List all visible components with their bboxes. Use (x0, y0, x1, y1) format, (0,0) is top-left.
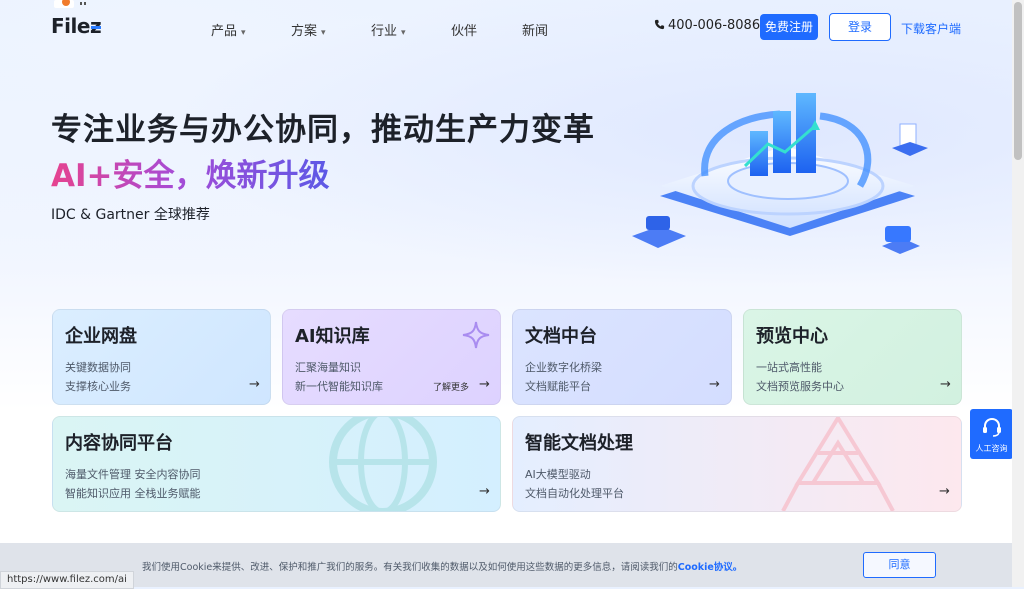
globe-icon (329, 417, 437, 511)
card-title: 企业网盘 (65, 326, 137, 347)
card-line2: 文档自动化处理平台 (525, 487, 624, 500)
network-pattern-icon (781, 417, 895, 511)
card-title: AI知识库 (295, 326, 370, 347)
hero-subtitle: AI+安全，焕新升级 (51, 150, 330, 195)
card-title: 内容协同平台 (65, 433, 173, 454)
nav-products[interactable]: 产品 ▾ (211, 20, 246, 39)
card-line1: 企业数字化桥梁 (525, 361, 602, 374)
nav-label: 行业 (371, 24, 398, 39)
headset-icon (983, 417, 1001, 437)
nav-solutions[interactable]: 方案 ▾ (291, 20, 326, 39)
hero-title: 专注业务与办公协同，推动生产力变革 (51, 112, 595, 148)
arrow-right-icon: → (249, 377, 260, 392)
card-line1: 一站式高性能 (756, 361, 822, 374)
site-header: Filez 产品 ▾ 方案 ▾ 行业 ▾ 伙伴 新闻 400-006-8086 免费注… (0, 0, 1012, 56)
arrow-right-icon: → (709, 377, 720, 392)
card-title: 智能文档处理 (525, 433, 633, 454)
nav-industries[interactable]: 行业 ▾ (371, 20, 406, 39)
sparkle-icon (462, 321, 490, 349)
card-line2: 文档赋能平台 (525, 380, 591, 393)
cookie-banner: 我们使用Cookie来提供、改进、保护和推广我们的服务。有关我们收集的数据以及如… (0, 543, 1012, 587)
chevron-down-icon: ▾ (401, 28, 406, 38)
chevron-down-icon: ▾ (321, 28, 326, 38)
nav-partners[interactable]: 伙伴 (451, 20, 477, 39)
card-line2: 支撑核心业务 (65, 380, 131, 393)
login-button[interactable]: 登录 (829, 13, 891, 41)
card-preview-center[interactable]: 预览中心 一站式高性能 文档预览服务中心 → (743, 309, 962, 405)
cookie-text: 我们使用Cookie来提供、改进、保护和推广我们的服务。有关我们收集的数据以及如… (142, 559, 742, 573)
card-line2: 文档预览服务中心 (756, 380, 844, 393)
consult-label: 人工咨询 (975, 444, 1008, 453)
human-consult-button[interactable]: 人工咨询 (970, 409, 1013, 459)
hero-illustration (632, 93, 928, 254)
nav-news[interactable]: 新闻 (522, 20, 548, 39)
learn-more-link[interactable]: 了解更多 (433, 380, 469, 393)
arrow-right-icon: → (479, 484, 490, 499)
logo-accent-icon (91, 26, 101, 29)
card-title: 预览中心 (756, 326, 828, 347)
card-line1: AI大模型驱动 (525, 468, 591, 481)
scrollbar-thumb[interactable] (1014, 2, 1022, 160)
card-line1: 汇聚海量知识 (295, 361, 361, 374)
phone-icon (654, 19, 665, 30)
card-title: 文档中台 (525, 326, 597, 347)
arrow-right-icon: → (479, 377, 490, 392)
hero-tagline: IDC & Gartner 全球推荐 (51, 207, 210, 223)
chevron-down-icon: ▾ (241, 28, 246, 38)
card-intelligent-document-processing[interactable]: 智能文档处理 AI大模型驱动 文档自动化处理平台 → (512, 416, 962, 512)
phone-number[interactable]: 400-006-8086 (654, 18, 760, 33)
cookie-message: 我们使用Cookie来提供、改进、保护和推广我们的服务。有关我们收集的数据以及如… (142, 562, 678, 573)
card-line2: 新一代智能知识库 (295, 380, 383, 393)
status-bar-url: https://www.filez.com/ai (0, 571, 134, 589)
arrow-right-icon: → (939, 484, 950, 499)
card-content-collaboration[interactable]: 内容协同平台 海量文件管理 安全内容协同 智能知识应用 全栈业务赋能 → (52, 416, 501, 512)
arrow-right-icon: → (940, 377, 951, 392)
cookie-policy-link[interactable]: Cookie协议。 (678, 562, 743, 573)
card-ai-knowledge-base[interactable]: AI知识库 汇聚海量知识 新一代智能知识库 了解更多 → (282, 309, 501, 405)
card-enterprise-drive[interactable]: 企业网盘 关键数据协同 支撑核心业务 → (52, 309, 271, 405)
nav-label: 伙伴 (451, 24, 478, 39)
accept-cookie-button[interactable]: 同意 (863, 552, 936, 578)
download-client-link[interactable]: 下载客户端 (901, 20, 961, 37)
card-line1: 海量文件管理 安全内容协同 (65, 468, 201, 481)
card-line2: 智能知识应用 全栈业务赋能 (65, 487, 201, 500)
card-line1: 关键数据协同 (65, 361, 131, 374)
phone-text: 400-006-8086 (668, 18, 761, 33)
card-document-platform[interactable]: 文档中台 企业数字化桥梁 文档赋能平台 → (512, 309, 732, 405)
nav-label: 方案 (291, 24, 318, 39)
nav-label: 产品 (211, 24, 238, 39)
nav-label: 新闻 (522, 24, 549, 39)
register-button[interactable]: 免费注册 (760, 14, 818, 40)
